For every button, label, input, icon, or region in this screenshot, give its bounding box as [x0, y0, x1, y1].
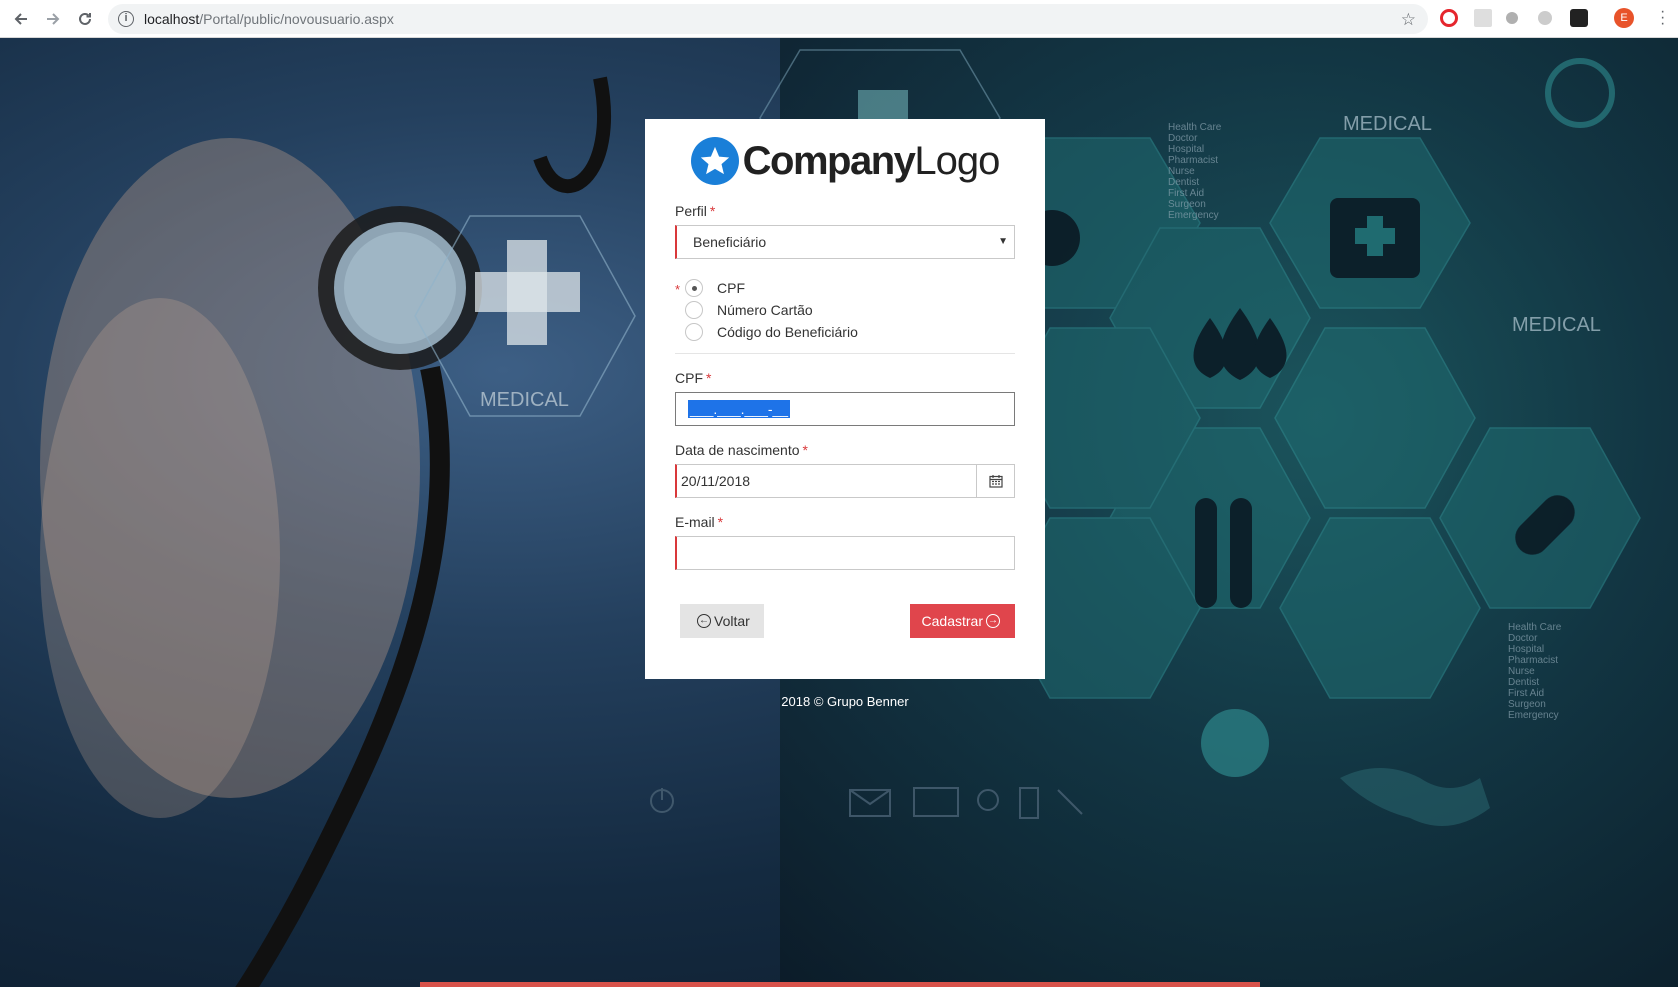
url-text: localhost/Portal/public/novousuario.aspx: [144, 11, 394, 27]
radio-button[interactable]: [685, 323, 703, 341]
logo-text: CompanyLogo: [742, 138, 1001, 183]
arrow-left-circle-icon: ←: [697, 614, 711, 628]
perfil-select[interactable]: Beneficiário ▼: [675, 225, 1015, 259]
cpf-mask-value: ___.___.___-__: [688, 400, 791, 418]
bg-legend-line: Pharmacist: [1168, 155, 1218, 166]
extension-dark-icon[interactable]: [1570, 9, 1588, 27]
star-logo-icon: [690, 137, 739, 185]
bg-text-medical: MEDICAL: [1512, 314, 1601, 336]
browser-toolbar: i localhost/Portal/public/novousuario.as…: [0, 0, 1678, 38]
qr-extension-icon[interactable]: [1474, 9, 1492, 27]
reload-icon[interactable]: [74, 8, 96, 30]
address-bar[interactable]: i localhost/Portal/public/novousuario.as…: [108, 4, 1428, 34]
birth-date-label: Data de nascimento *: [675, 442, 808, 458]
perfil-label: Perfil *: [675, 203, 716, 219]
register-button[interactable]: Cadastrar →: [909, 604, 1015, 638]
back-button[interactable]: ← Voltar: [680, 604, 764, 638]
opera-extension-icon[interactable]: [1440, 9, 1458, 27]
bottom-accent-bar: [420, 982, 1260, 987]
radio-option-cpf[interactable]: CPF: [685, 277, 1015, 299]
bg-legend-line: Hospital: [1168, 144, 1204, 155]
bg-legend-line: Health Care: [1168, 122, 1222, 133]
registration-form-card: CompanyLogo Perfil * Beneficiário ▼ * CPF…: [645, 119, 1045, 679]
divider: [675, 353, 1015, 354]
menu-kebab-icon[interactable]: · · ·: [1660, 4, 1665, 32]
arrow-right-circle-icon: →: [986, 614, 1000, 628]
email-field[interactable]: [675, 536, 1015, 570]
required-mark: *: [675, 282, 681, 297]
bg-legend-line: First Aid: [1168, 188, 1204, 199]
email-label: E-mail *: [675, 514, 724, 530]
bg-legend-line: First Aid: [1508, 688, 1544, 699]
profile-avatar[interactable]: E: [1614, 8, 1634, 28]
extension-circle-icon[interactable]: [1538, 11, 1552, 25]
caret-down-icon: ▼: [998, 236, 1008, 247]
bg-legend-line: Hospital: [1508, 644, 1544, 655]
bg-legend-line: Dentist: [1168, 177, 1199, 188]
bg-legend-line: Emergency: [1508, 710, 1559, 721]
perfil-selected-value: Beneficiário: [693, 234, 767, 250]
company-logo: CompanyLogo: [675, 135, 1015, 187]
bg-legend-line: Dentist: [1508, 677, 1539, 688]
bg-text-medical: MEDICAL: [480, 389, 569, 411]
bg-legend-line: Surgeon: [1508, 699, 1546, 710]
radio-option-numero-cartao[interactable]: Número Cartão: [685, 299, 1015, 321]
back-arrow-icon[interactable]: [10, 8, 32, 30]
bg-legend-line: Doctor: [1168, 133, 1198, 144]
birth-date-input[interactable]: 20/11/2018: [675, 464, 1015, 498]
radio-button[interactable]: [685, 279, 703, 297]
bg-legend-line: Doctor: [1508, 633, 1538, 644]
bg-legend-line: Emergency: [1168, 210, 1219, 221]
cpf-label: CPF *: [675, 370, 712, 386]
bg-legend-line: Health Care: [1508, 622, 1562, 633]
bg-legend-line: Nurse: [1508, 666, 1535, 677]
id-type-radio-group: * CPF Número Cartão Código do Beneficiár…: [675, 277, 1015, 343]
extension-dot-icon[interactable]: [1506, 12, 1518, 24]
site-info-icon[interactable]: i: [118, 11, 134, 27]
radio-option-codigo-beneficiario[interactable]: Código do Beneficiário: [685, 321, 1015, 343]
calendar-icon[interactable]: [976, 465, 1014, 497]
copyright-footer: 2018 © Grupo Benner: [781, 694, 909, 709]
bg-legend-line: Nurse: [1168, 166, 1195, 177]
bg-legend-line: Surgeon: [1168, 199, 1206, 210]
radio-button[interactable]: [685, 301, 703, 319]
bg-legend-line: Pharmacist: [1508, 655, 1558, 666]
bg-text-medical: MEDICAL: [1343, 113, 1432, 135]
forward-arrow-icon[interactable]: [42, 8, 64, 30]
bookmark-star-icon[interactable]: ☆: [1401, 10, 1416, 30]
cpf-input[interactable]: ___.___.___-__: [675, 392, 1015, 426]
birth-date-value: 20/11/2018: [681, 473, 751, 489]
